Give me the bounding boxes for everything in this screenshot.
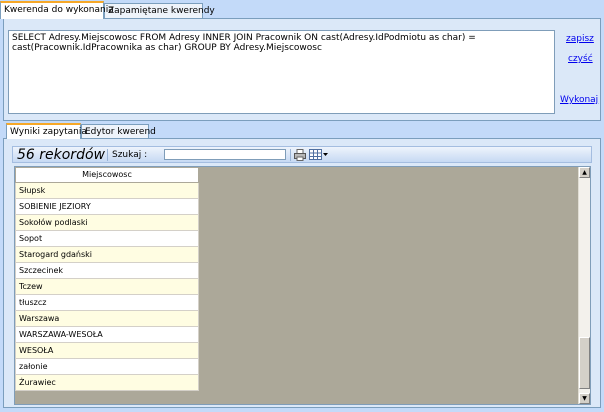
- results-grid[interactable]: Miejscowosc Słupsk SOBIENIE JEZIORY Sokołó…: [14, 166, 591, 405]
- results-panel: 56 rekordów Szukaj : Miejscowosc Słupsk S…: [3, 138, 601, 408]
- cell-miejscowosc[interactable]: WARSZAWA-WESOŁA: [15, 326, 199, 343]
- scroll-thumb[interactable]: [579, 337, 590, 389]
- query-panel: SELECT Adresy.Miejscowosc FROM Adresy IN…: [3, 18, 601, 121]
- cell-miejscowosc[interactable]: Starogard gdański: [15, 246, 199, 263]
- table-row[interactable]: załonie: [15, 358, 199, 375]
- tab-query-to-execute[interactable]: Kwerenda do wykonania: [0, 1, 114, 19]
- scroll-down-icon[interactable]: ▼: [579, 393, 590, 404]
- cell-miejscowosc[interactable]: Żurawiec: [15, 374, 199, 391]
- scroll-up-icon[interactable]: ▲: [579, 167, 590, 178]
- table-row[interactable]: Tczew: [15, 278, 199, 295]
- column-header-miejscowosc[interactable]: Miejscowosc: [15, 167, 199, 183]
- toolbar-separator: [107, 149, 108, 161]
- search-label: Szukaj :: [112, 150, 148, 160]
- printer-icon[interactable]: [294, 149, 306, 161]
- table-row[interactable]: Słupsk: [15, 182, 199, 199]
- table-row[interactable]: SOBIENIE JEZIORY: [15, 198, 199, 215]
- record-count: 56 rekordów: [17, 147, 105, 163]
- grid-export-icon[interactable]: [309, 149, 322, 161]
- cell-miejscowosc[interactable]: Słupsk: [15, 182, 199, 199]
- cell-miejscowosc[interactable]: Sopot: [15, 230, 199, 247]
- search-input[interactable]: [164, 149, 286, 160]
- table-row[interactable]: tłuszcz: [15, 294, 199, 311]
- table-row[interactable]: Sopot: [15, 230, 199, 247]
- tab-saved-queries[interactable]: Zapamiętane kwerendy: [104, 3, 215, 19]
- table-row[interactable]: Starogard gdański: [15, 246, 199, 263]
- cell-miejscowosc[interactable]: tłuszcz: [15, 294, 199, 311]
- cell-miejscowosc[interactable]: SOBIENIE JEZIORY: [15, 198, 199, 215]
- cell-miejscowosc[interactable]: Warszawa: [15, 310, 199, 327]
- query-textarea[interactable]: SELECT Adresy.Miejscowosc FROM Adresy IN…: [8, 30, 555, 114]
- clear-link[interactable]: czyść: [568, 54, 593, 64]
- tab-query-editor[interactable]: Edytor kwerend: [81, 124, 156, 139]
- table-row[interactable]: Sokołów podlaski: [15, 214, 199, 231]
- cell-miejscowosc[interactable]: załonie: [15, 358, 199, 375]
- table-row[interactable]: Szczecinek: [15, 262, 199, 279]
- toolbar-separator: [290, 149, 291, 161]
- cell-miejscowosc[interactable]: WESOŁA: [15, 342, 199, 359]
- table-row[interactable]: Warszawa: [15, 310, 199, 327]
- save-link[interactable]: zapisz: [566, 34, 594, 44]
- table-row[interactable]: WESOŁA: [15, 342, 199, 359]
- run-link[interactable]: Wykonaj: [560, 95, 598, 105]
- results-table: Miejscowosc Słupsk SOBIENIE JEZIORY Sokołó…: [15, 167, 199, 391]
- cell-miejscowosc[interactable]: Sokołów podlaski: [15, 214, 199, 231]
- table-row[interactable]: WARSZAWA-WESOŁA: [15, 326, 199, 343]
- table-row[interactable]: Żurawiec: [15, 374, 199, 391]
- cell-miejscowosc[interactable]: Tczew: [15, 278, 199, 295]
- dropdown-arrow-icon[interactable]: [323, 153, 328, 157]
- results-toolbar: 56 rekordów Szukaj :: [12, 146, 592, 163]
- vertical-scrollbar[interactable]: ▲ ▼: [578, 167, 590, 404]
- results-table-body: Słupsk SOBIENIE JEZIORY Sokołów podlaski So…: [15, 182, 199, 391]
- cell-miejscowosc[interactable]: Szczecinek: [15, 262, 199, 279]
- tab-query-results[interactable]: Wyniki zapytania: [6, 123, 87, 139]
